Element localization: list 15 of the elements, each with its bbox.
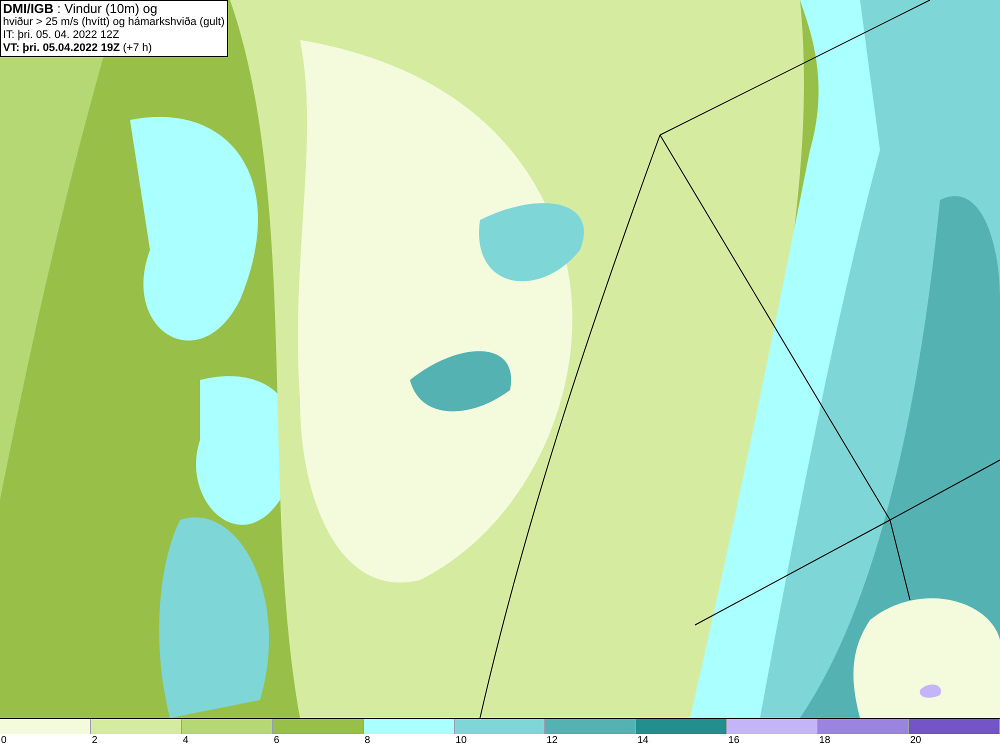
legend-label: 10 [454,734,467,747]
legend-label: 14 [636,734,648,747]
legend-label: 18 [818,734,830,747]
title-line: VT: þri. 05.04.2022 19Z (+7 h) [3,42,153,55]
legend-label: 20 [909,734,922,747]
legend-label: 6 [272,734,280,747]
legend-label: 12 [545,734,558,747]
title-line: IT: þri. 05. 04. 2022 12Z [3,29,120,42]
legend-label: 0 [0,734,7,747]
legend-label: 8 [364,734,370,747]
legend-label: 16 [727,734,740,747]
title-line: hviður > 25 m/s (hvítt) og hámarkshviða (gult) [3,16,225,29]
legend-label: 2 [90,734,98,747]
legend-label: 4 [182,734,188,747]
title-line: DMI/IGB : Vindur (10m) og [3,2,158,16]
